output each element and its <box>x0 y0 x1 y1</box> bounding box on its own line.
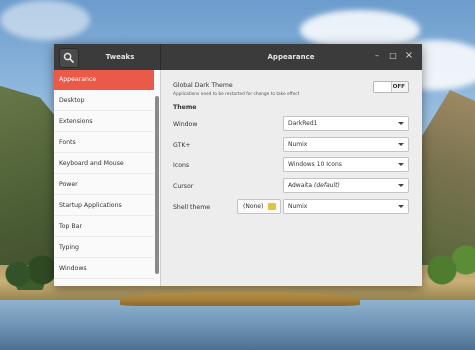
wallpaper-trees <box>0 250 60 290</box>
sidebar-item-fonts[interactable]: Fonts <box>54 133 154 153</box>
wallpaper-trees-right <box>418 240 475 290</box>
window-theme-value: DarkRed1 <box>288 120 318 127</box>
sidebar-scrollbar[interactable] <box>155 96 159 274</box>
maximize-button[interactable]: □ <box>388 51 398 61</box>
icons-theme-dropdown[interactable]: Windows 10 Icons <box>283 157 409 172</box>
chevron-down-icon <box>398 184 404 187</box>
toggle-knob <box>374 82 392 92</box>
sidebar-header: Tweaks <box>54 44 161 70</box>
cursor-theme-name: Adwaita <box>288 182 313 189</box>
sidebar-item-startup-applications[interactable]: Startup Applications <box>54 196 154 216</box>
close-button[interactable]: × <box>404 51 414 61</box>
sidebar-item-appearance[interactable]: Appearance <box>54 70 154 90</box>
icons-theme-value: Windows 10 Icons <box>288 161 342 168</box>
cursor-theme-value: Adwaita (default) <box>288 179 340 192</box>
chevron-down-icon <box>398 143 404 146</box>
wallpaper-island <box>120 292 360 306</box>
window-theme-label: Window <box>173 121 198 128</box>
search-button[interactable] <box>59 48 79 68</box>
chevron-down-icon <box>398 122 404 125</box>
wallpaper-lake <box>0 300 475 350</box>
dark-theme-note: Applications need to be restarted for ch… <box>173 92 300 97</box>
theme-section-heading: Theme <box>173 104 197 111</box>
toggle-state: OFF <box>392 84 405 90</box>
window-theme-dropdown[interactable]: DarkRed1 <box>283 116 409 131</box>
sidebar-item-desktop[interactable]: Desktop <box>54 91 154 111</box>
gtk-theme-label: GTK+ <box>173 142 191 149</box>
cursor-theme-dropdown[interactable]: Adwaita (default) <box>283 178 409 193</box>
shell-theme-dropdown[interactable]: Numix <box>283 199 409 214</box>
shell-theme-label: Shell theme <box>173 204 211 211</box>
gtk-theme-value: Numix <box>288 141 308 148</box>
icons-theme-label: Icons <box>173 162 190 169</box>
chevron-down-icon <box>398 163 404 166</box>
cursor-theme-label: Cursor <box>173 183 194 190</box>
minimize-button[interactable]: – <box>372 51 382 61</box>
folder-icon <box>268 203 276 210</box>
sidebar-item-extensions[interactable]: Extensions <box>54 112 154 132</box>
sidebar-item-power[interactable]: Power <box>54 175 154 195</box>
sidebar-item-top-bar[interactable]: Top Bar <box>54 217 154 237</box>
cursor-theme-default-tag: (default) <box>314 182 340 189</box>
maximize-icon: □ <box>389 51 397 60</box>
title-bar: Tweaks Appearance – □ × <box>54 44 422 70</box>
shell-theme-file-chooser[interactable]: (None) <box>237 199 281 214</box>
minimize-icon: – <box>375 51 379 60</box>
page-title: Appearance <box>267 53 315 61</box>
sidebar-item-windows[interactable]: Windows <box>54 259 154 279</box>
dark-theme-label: Global Dark Theme <box>173 82 233 89</box>
sidebar-item-typing[interactable]: Typing <box>54 238 154 258</box>
app-title: Tweaks <box>105 53 135 61</box>
shell-theme-value: Numix <box>288 203 308 210</box>
gtk-theme-dropdown[interactable]: Numix <box>283 137 409 152</box>
chevron-down-icon <box>398 205 404 208</box>
wallpaper-cloud <box>0 0 90 40</box>
close-icon: × <box>404 50 414 61</box>
search-icon <box>63 52 74 63</box>
appearance-panel: Global Dark Theme Applications need to b… <box>161 70 422 286</box>
dark-theme-toggle[interactable]: OFF <box>373 81 409 93</box>
sidebar: Appearance Desktop Extensions Fonts Keyb… <box>54 70 161 286</box>
shell-theme-file-value: (None) <box>243 203 264 210</box>
sidebar-item-keyboard-and-mouse[interactable]: Keyboard and Mouse <box>54 154 154 174</box>
tweaks-window: Tweaks Appearance – □ × Appearance Deskt… <box>54 44 422 286</box>
